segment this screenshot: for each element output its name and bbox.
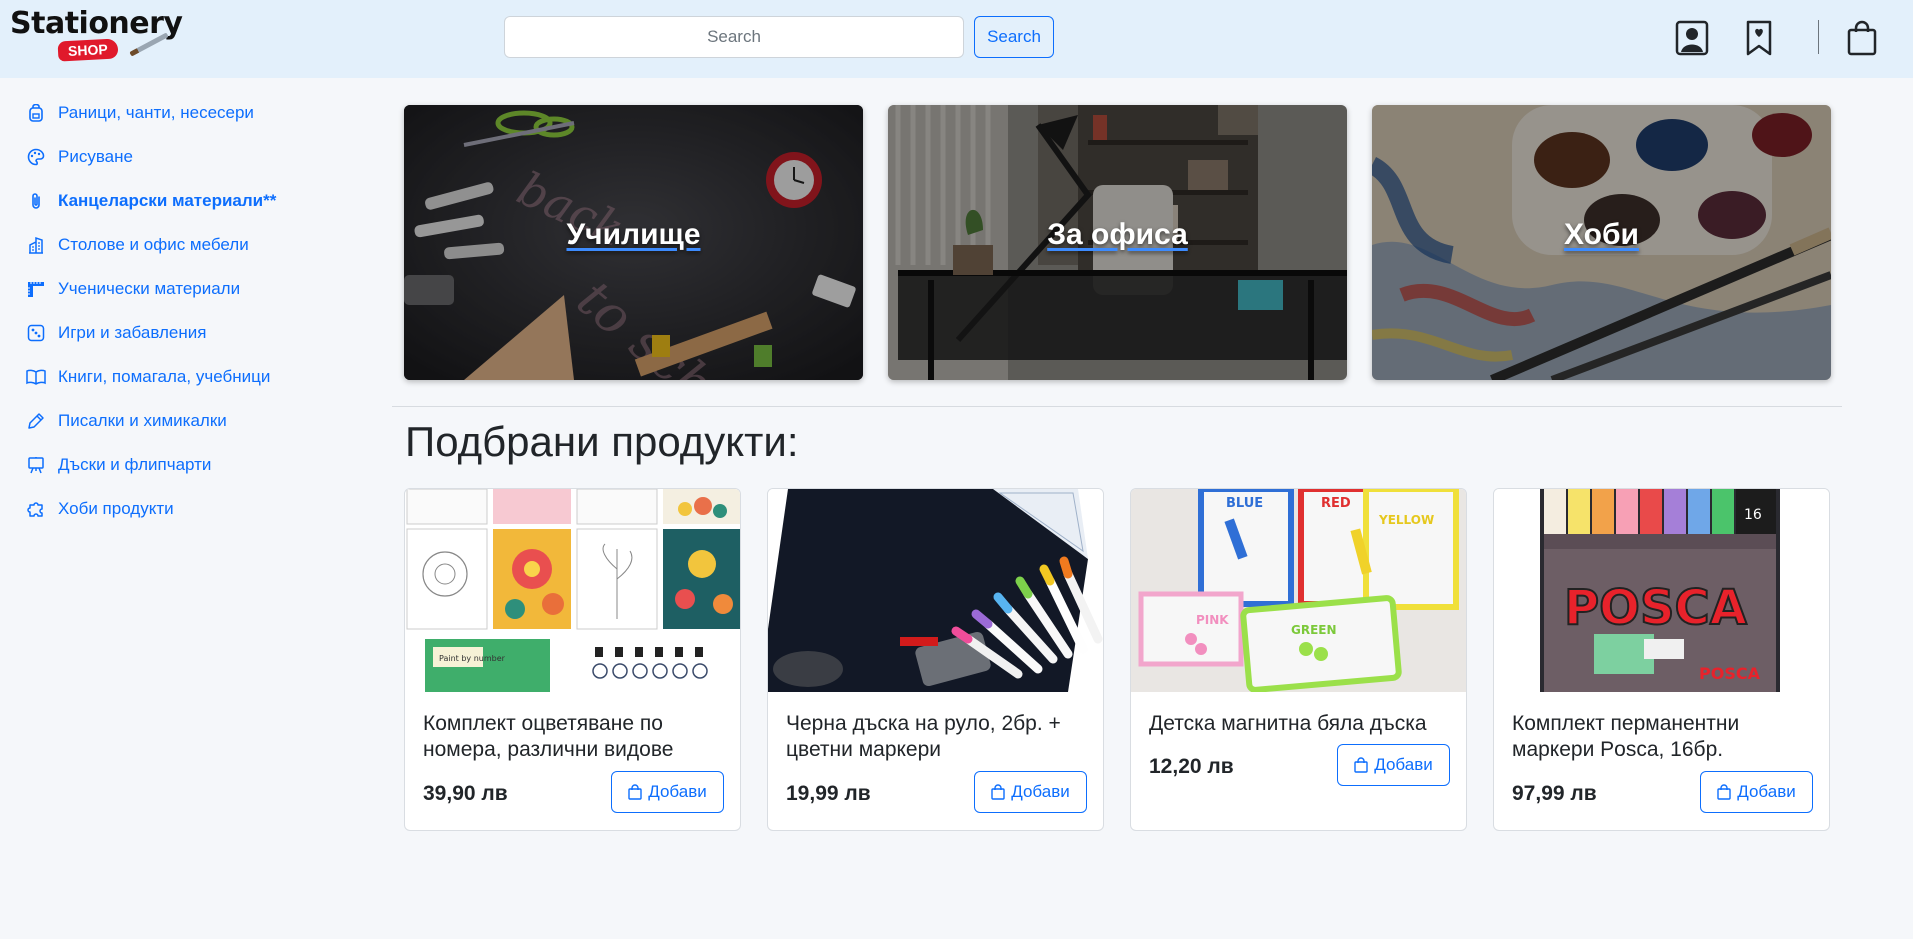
book-icon [26, 364, 46, 390]
shopping-bag-icon[interactable] [1842, 18, 1882, 58]
rulers-icon [26, 276, 46, 302]
product-name: Детска магнитна бяла дъска [1149, 712, 1427, 735]
sidebar-item-pens[interactable]: Писалки и химикалки [26, 408, 326, 434]
sidebar-item-label: Дъски и флипчарти [58, 455, 212, 474]
bag-icon [628, 784, 642, 800]
category-card-school[interactable]: back to school Училище [404, 105, 863, 380]
category-card-hobby[interactable]: Хоби [1372, 105, 1831, 380]
bookmark-heart-icon[interactable] [1739, 18, 1779, 58]
sidebar-item-furniture[interactable]: Столове и офис мебели [26, 232, 326, 258]
product-price: 39,90 лв [423, 782, 508, 805]
paperclip-icon [26, 188, 46, 214]
svg-text:PINK: PINK [1196, 613, 1229, 627]
sidebar-item-office-supplies[interactable]: Канцеларски материали** [26, 188, 326, 214]
add-button-label: Добави [648, 782, 707, 801]
product-card[interactable]: Paint by number Комплект оцветяване по н… [404, 488, 741, 831]
sidebar-item-label: Канцеларски материали** [58, 191, 277, 210]
svg-text:BLUE: BLUE [1226, 496, 1263, 511]
backpack-icon [26, 100, 46, 126]
header-divider [1818, 20, 1819, 54]
sidebar-item-label: Писалки и химикалки [58, 411, 227, 430]
sidebar-item-drawing[interactable]: Рисуване [26, 144, 326, 170]
category-sidebar: Раници, чанти, несесери Рисуване Канцела… [26, 100, 326, 540]
sidebar-item-label: Хоби продукти [58, 499, 174, 518]
logo-wordmark: Stationery [10, 6, 183, 41]
search-button[interactable]: Search [974, 16, 1054, 58]
sidebar-item-hobby[interactable]: Хоби продукти [26, 496, 326, 522]
add-to-cart-button[interactable]: Добави [611, 771, 724, 813]
sidebar-item-school-supplies[interactable]: Ученически материали [26, 276, 326, 302]
product-image: Paint by number [405, 489, 740, 692]
site-header: Stationery SHOP Search [0, 0, 1913, 78]
product-image [768, 489, 1103, 692]
svg-text:RED: RED [1321, 496, 1351, 511]
featured-products-title: Подбрани продукти: [405, 418, 799, 465]
product-card[interactable]: Черна дъска на руло, 2бр. + цветни марке… [767, 488, 1104, 831]
category-card-office[interactable]: За офиса [888, 105, 1347, 380]
category-title: За офиса [1047, 218, 1188, 251]
add-button-label: Добави [1737, 782, 1796, 801]
sidebar-item-label: Рисуване [58, 147, 133, 166]
svg-text:Paint by number: Paint by number [439, 654, 506, 663]
add-to-cart-button[interactable]: Добави [974, 771, 1087, 813]
bag-icon [1717, 784, 1731, 800]
product-image: BLUE RED YELLOW PINK GREEN [1131, 489, 1466, 692]
building-icon [26, 232, 46, 258]
category-title: Училище [566, 218, 701, 251]
sidebar-item-label: Игри и забавления [58, 323, 207, 342]
category-title: Хоби [1564, 218, 1639, 251]
user-icon[interactable] [1672, 18, 1712, 58]
add-button-label: Добави [1374, 755, 1433, 774]
product-name: Черна дъска на руло, 2бр. + цветни марке… [786, 712, 1061, 761]
sidebar-item-label: Столове и офис мебели [58, 235, 249, 254]
product-name: Комплект оцветяване по номера, различни … [423, 712, 674, 761]
product-price: 97,99 лв [1512, 782, 1597, 805]
sidebar-item-label: Книги, помагала, учебници [58, 367, 271, 386]
svg-text:16: 16 [1744, 507, 1762, 523]
section-divider [392, 406, 1842, 407]
sidebar-item-label: Раници, чанти, несесери [58, 103, 254, 122]
logo-badge: SHOP [57, 38, 119, 62]
svg-text:GREEN: GREEN [1291, 623, 1337, 637]
add-to-cart-button[interactable]: Добави [1700, 771, 1813, 813]
puzzle-icon [26, 496, 46, 522]
palette-icon [26, 144, 46, 170]
product-price: 12,20 лв [1149, 755, 1234, 778]
pen-icon [26, 408, 46, 434]
sidebar-item-books[interactable]: Книги, помагала, учебници [26, 364, 326, 390]
easel-icon [26, 452, 46, 478]
svg-text:YELLOW: YELLOW [1378, 513, 1434, 527]
svg-text:POSCA: POSCA [1699, 664, 1761, 683]
search-input[interactable] [504, 16, 964, 58]
product-image: 16 POSCA POSCA [1494, 489, 1829, 692]
dice-icon [26, 320, 46, 346]
site-logo[interactable]: Stationery SHOP [10, 6, 183, 66]
svg-text:POSCA: POSCA [1564, 580, 1747, 636]
sidebar-item-backpacks[interactable]: Раници, чанти, несесери [26, 100, 326, 126]
sidebar-item-games[interactable]: Игри и забавления [26, 320, 326, 346]
product-card[interactable]: BLUE RED YELLOW PINK GREEN Детска магнит… [1130, 488, 1467, 831]
product-card[interactable]: 16 POSCA POSCA Комплект перманентни марк… [1493, 488, 1830, 831]
product-name: Комплект перманентни маркери Posca, 16бр… [1512, 712, 1740, 761]
sidebar-item-label: Ученически материали [58, 279, 241, 298]
add-to-cart-button[interactable]: Добави [1337, 744, 1450, 786]
bag-icon [1354, 757, 1368, 773]
product-price: 19,99 лв [786, 782, 871, 805]
sidebar-item-boards[interactable]: Дъски и флипчарти [26, 452, 326, 478]
bag-icon [991, 784, 1005, 800]
add-button-label: Добави [1011, 782, 1070, 801]
